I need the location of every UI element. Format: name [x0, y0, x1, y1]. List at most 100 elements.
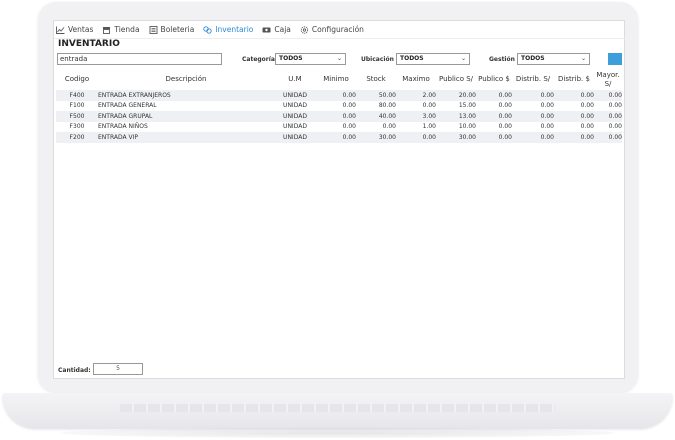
- table-cell: 0.00: [594, 132, 622, 143]
- table-row[interactable]: F100 ENTRADA GENERAL UNIDAD 0.00 80.00 0.00 15…: [56, 100, 622, 111]
- laptop-shadow: [60, 428, 615, 438]
- table-cell: 0.00: [316, 90, 356, 101]
- menu-item-caja[interactable]: Caja: [262, 25, 291, 34]
- column-header[interactable]: Distrib. S/: [512, 69, 554, 90]
- table-cell: ENTRADA NIÑOS: [98, 121, 274, 132]
- table-cell: UNIDAD: [274, 132, 316, 143]
- ubicacion-select-value: TODOS: [400, 55, 424, 62]
- chevron-down-icon: ⌄: [580, 55, 586, 62]
- column-header[interactable]: Descripción: [98, 69, 274, 90]
- chart-line-icon: [56, 26, 65, 34]
- table-cell: 0.00: [512, 100, 554, 111]
- table-cell: ENTRADA VIP: [98, 132, 274, 143]
- table-cell: 0.00: [554, 121, 594, 132]
- table-cell: 0.00: [476, 121, 512, 132]
- table-cell: 0.00: [316, 111, 356, 122]
- table-cell: 0.00: [512, 111, 554, 122]
- table-cell: 0.00: [476, 132, 512, 143]
- table-cell: UNIDAD: [274, 111, 316, 122]
- table-cell: 80.00: [356, 100, 396, 111]
- table-cell: 0.00: [512, 132, 554, 143]
- categoria-label: Categoría: [242, 56, 275, 63]
- table-cell: F100: [56, 100, 98, 111]
- table-cell: 0.00: [512, 121, 554, 132]
- menu-item-configuracion[interactable]: Configuración: [300, 25, 364, 34]
- table-row[interactable]: F500 ENTRADA GRUPAL UNIDAD 0.00 40.00 3.00 13.…: [56, 111, 622, 122]
- column-header[interactable]: Distrib. $: [554, 69, 594, 90]
- boxes-icon: [203, 25, 212, 34]
- table-row[interactable]: F400 ENTRADA EXTRANJEROS UNIDAD 0.00 50.00 2.…: [56, 90, 622, 101]
- gestion-select[interactable]: TODOS ⌄: [517, 53, 590, 65]
- ubicacion-label: Ubicación: [361, 56, 394, 63]
- column-header[interactable]: Maximo: [396, 69, 436, 90]
- table-cell: 30.00: [356, 132, 396, 143]
- app-window: Ventas Tienda Boleteria Inventario Caja: [53, 20, 626, 379]
- inventory-table: Codigo Descripción U.M Minimo Stock Maxi…: [56, 69, 622, 143]
- gestion-label: Gestión: [489, 56, 515, 63]
- table-cell: 10.00: [436, 121, 476, 132]
- page-title: INVENTARIO: [58, 39, 120, 49]
- menu-item-label: Boleteria: [160, 25, 195, 34]
- column-header[interactable]: Publico $: [476, 69, 512, 90]
- table-cell: ENTRADA GENERAL: [98, 100, 274, 111]
- ubicacion-select[interactable]: TODOS ⌄: [396, 53, 470, 65]
- table-cell: F400: [56, 90, 98, 101]
- laptop-keyboard-strip: [120, 404, 555, 412]
- column-header[interactable]: U.M: [274, 69, 316, 90]
- table-cell: F300: [56, 121, 98, 132]
- table-cell: UNIDAD: [274, 100, 316, 111]
- table-cell: 0.00: [396, 132, 436, 143]
- table-cell: 0.00: [316, 121, 356, 132]
- table-header-row: Codigo Descripción U.M Minimo Stock Maxi…: [56, 69, 622, 90]
- store-icon: [102, 26, 111, 34]
- column-header[interactable]: Stock: [356, 69, 396, 90]
- table-cell: 0.00: [512, 90, 554, 101]
- table-cell: 0.00: [316, 100, 356, 111]
- table-cell: UNIDAD: [274, 121, 316, 132]
- top-menu-bar: Ventas Tienda Boleteria Inventario Caja: [54, 21, 626, 39]
- table-cell: 0.00: [554, 111, 594, 122]
- table-cell: 0.00: [594, 90, 622, 101]
- table-cell: ENTRADA GRUPAL: [98, 111, 274, 122]
- column-header[interactable]: Minimo: [316, 69, 356, 90]
- table-cell: 3.00: [396, 111, 436, 122]
- table-cell: 0.00: [476, 100, 512, 111]
- table-cell: 20.00: [436, 90, 476, 101]
- gear-icon: [300, 25, 309, 34]
- search-input[interactable]: [57, 53, 222, 65]
- column-header[interactable]: Publico S/: [436, 69, 476, 90]
- menu-item-boleteria[interactable]: Boleteria: [149, 25, 195, 34]
- cantidad-label: Cantidad:: [58, 367, 91, 374]
- cantidad-value: 5: [93, 363, 143, 375]
- table-cell: F200: [56, 132, 98, 143]
- menu-item-tienda[interactable]: Tienda: [102, 25, 140, 34]
- menu-item-ventas[interactable]: Ventas: [56, 25, 93, 34]
- chevron-down-icon: ⌄: [460, 55, 466, 62]
- table-cell: 0.00: [356, 121, 396, 132]
- categoria-select[interactable]: TODOS ⌄: [275, 53, 346, 65]
- table-cell: 0.00: [594, 100, 622, 111]
- menu-item-label: Configuración: [311, 25, 364, 34]
- menu-item-inventario[interactable]: Inventario: [203, 25, 253, 34]
- column-header[interactable]: Mayor. S/: [594, 69, 622, 90]
- ticket-icon: [149, 25, 158, 34]
- categoria-select-value: TODOS: [279, 55, 303, 62]
- table-cell: 0.00: [594, 121, 622, 132]
- table-cell: 0.00: [316, 132, 356, 143]
- action-button[interactable]: [608, 53, 622, 65]
- table-cell: 0.00: [396, 100, 436, 111]
- table-cell: 0.00: [476, 90, 512, 101]
- table-row[interactable]: F300 ENTRADA NIÑOS UNIDAD 0.00 0.00 1.00 10.00…: [56, 121, 622, 132]
- table-cell: 2.00: [396, 90, 436, 101]
- table-cell: 0.00: [554, 100, 594, 111]
- chevron-down-icon: ⌄: [336, 55, 342, 62]
- table-cell: 0.00: [594, 111, 622, 122]
- gestion-select-value: TODOS: [521, 55, 545, 62]
- table-cell: UNIDAD: [274, 90, 316, 101]
- column-header[interactable]: Codigo: [56, 69, 98, 90]
- table-cell: 50.00: [356, 90, 396, 101]
- table-cell: F500: [56, 111, 98, 122]
- table-row[interactable]: F200 ENTRADA VIP UNIDAD 0.00 30.00 0.00 30.00 0…: [56, 132, 622, 143]
- table-cell: 30.00: [436, 132, 476, 143]
- table-cell: 0.00: [476, 111, 512, 122]
